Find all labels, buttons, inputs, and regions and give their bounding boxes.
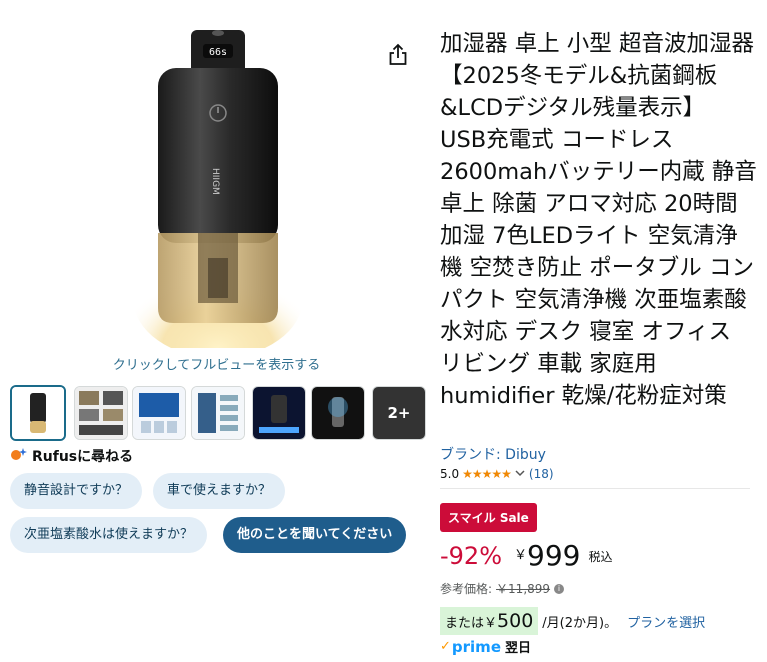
rufus-chip-2[interactable]: 車で使えますか？ [153, 473, 286, 509]
prime-delivery-row: ✓ prime 翌日 [440, 637, 532, 657]
thumbnail-more-label: 2+ [387, 404, 411, 422]
fullview-link[interactable]: クリックしてフルビューを表示する [0, 354, 433, 373]
prime-check-icon: ✓ [440, 639, 451, 654]
info-icon[interactable]: i [554, 583, 565, 594]
thumbnail-3[interactable] [132, 386, 186, 440]
rating-count-link[interactable]: (18) [529, 467, 554, 481]
star-rating-icon: ★★★★★ [462, 467, 512, 481]
discount-percent: -92% [440, 542, 503, 570]
product-main-image[interactable]: 66s HIIGM [133, 18, 303, 358]
rufus-title-text: Rufusに尋ねる [32, 449, 134, 465]
sale-badge: スマイル Sale [440, 503, 537, 532]
thumbnail-more[interactable]: 2+ [372, 386, 426, 440]
reference-price-label: 参考価格: [440, 582, 493, 596]
rufus-sparkle-icon [10, 447, 28, 465]
rating-value: 5.0 [440, 467, 460, 481]
select-plan-link[interactable]: プランを選択 [627, 612, 705, 631]
divider [440, 488, 750, 489]
share-icon[interactable] [386, 42, 410, 68]
reference-price-row: 参考価格: ￥11,899 i [440, 580, 565, 597]
rufus-chip-3[interactable]: 次亜塩素酸水は使えますか？ [10, 517, 208, 553]
rufus-title: Rufusに尋ねる [10, 446, 133, 466]
installment-suffix: /月(2か月)。 [542, 615, 618, 631]
installment-row: または ￥ 500 /月(2か月)。 プランを選択 [440, 607, 705, 635]
brand-link[interactable]: ブランド: Dibuy [440, 444, 546, 464]
rufus-chip-ask-other[interactable]: 他のことを聞いてください [223, 517, 407, 553]
reference-price-value: ￥11,899 [496, 582, 551, 596]
prime-logo: prime [451, 637, 501, 656]
rufus-chip-1[interactable]: 静音設計ですか？ [10, 473, 143, 509]
thumbnail-1[interactable] [10, 385, 66, 441]
rating-row[interactable]: 5.0 ★★★★★ (18) [440, 467, 554, 481]
device-brand-text: HIIGM [210, 168, 220, 195]
thumbnail-2[interactable] [74, 386, 128, 440]
installment-prefix: または [445, 616, 485, 631]
chevron-down-icon[interactable] [514, 467, 526, 481]
device-display-text: 66s [209, 47, 227, 58]
price-currency: ￥ [514, 548, 528, 563]
thumbnail-4[interactable] [191, 386, 245, 440]
product-title: 加湿器 卓上 小型 超音波加湿器 【2025冬モデル&抗菌鋼板&LCDデジタル残… [440, 31, 757, 409]
thumbnail-5[interactable] [252, 386, 306, 440]
price-value: 999 [527, 539, 581, 572]
installment-box: または ￥ 500 [440, 607, 539, 635]
installment-amount: 500 [497, 610, 534, 632]
delivery-label: 翌日 [505, 641, 532, 656]
thumbnail-6[interactable] [311, 386, 365, 440]
price-row: -92% ￥ 999 税込 [440, 538, 613, 574]
tax-label: 税込 [588, 550, 613, 564]
installment-currency: ￥ [484, 616, 498, 631]
